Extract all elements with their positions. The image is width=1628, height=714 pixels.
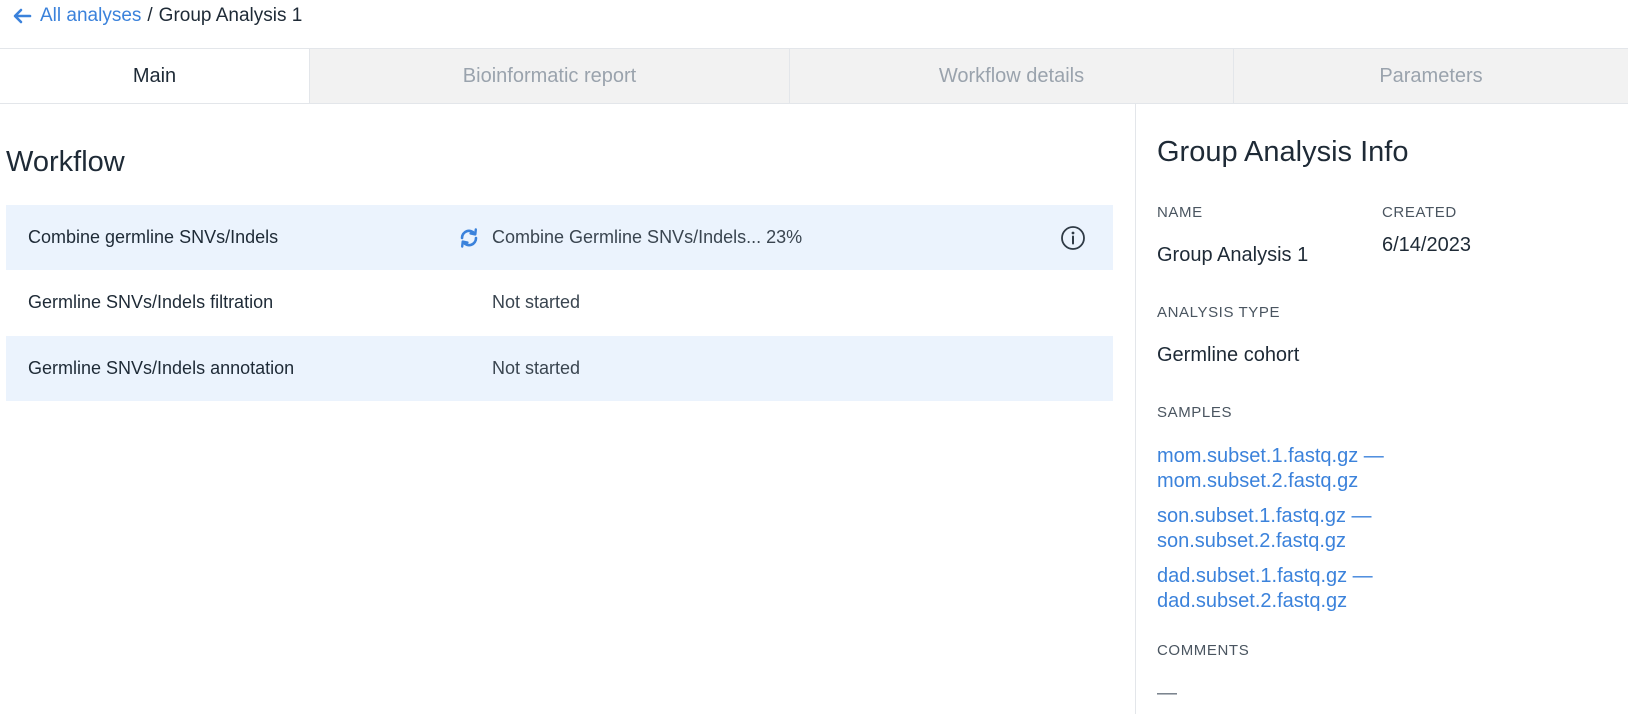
workflow-step-status: Combine Germline SNVs/Indels... 23% bbox=[492, 227, 803, 247]
tab-bioinformatic-report[interactable]: Bioinformatic report bbox=[310, 49, 790, 103]
refresh-icon bbox=[458, 227, 480, 249]
breadcrumb-separator: / bbox=[147, 5, 153, 26]
sample-line: son.subset.2.fastq.gz bbox=[1157, 530, 1347, 552]
tab-bar: Main Bioinformatic report Workflow detai… bbox=[0, 49, 1628, 104]
top-bar: All analyses / Group Analysis 1 bbox=[0, 0, 1628, 49]
workflow-step-status: Not started bbox=[492, 292, 581, 312]
created-label: CREATED bbox=[1382, 204, 1457, 221]
breadcrumb: All analyses / Group Analysis 1 bbox=[12, 5, 302, 27]
comments-label: COMMENTS bbox=[1157, 642, 1250, 659]
sample-line: dad.subset.1.fastq.gz — bbox=[1157, 565, 1373, 587]
tab-workflow-details[interactable]: Workflow details bbox=[790, 49, 1234, 103]
workflow-step-name: Germline SNVs/Indels annotation bbox=[28, 358, 295, 378]
info-circle-icon[interactable] bbox=[1060, 225, 1086, 251]
panel-divider bbox=[1135, 104, 1136, 714]
sample-link[interactable]: son.subset.1.fastq.gz — son.subset.2.fas… bbox=[1157, 504, 1372, 554]
workflow-title: Workflow bbox=[6, 146, 125, 178]
info-title: Group Analysis Info bbox=[1157, 136, 1409, 168]
workflow-step-name: Combine germline SNVs/Indels bbox=[28, 227, 279, 247]
workflow-step-row[interactable]: Combine germline SNVs/Indels Combine Ger… bbox=[6, 205, 1113, 270]
analysis-type-value: Germline cohort bbox=[1157, 344, 1300, 366]
name-value: Group Analysis 1 bbox=[1157, 244, 1309, 266]
tab-main[interactable]: Main bbox=[0, 49, 310, 103]
workflow-step-name: Germline SNVs/Indels filtration bbox=[28, 292, 274, 312]
workflow-step-row[interactable]: Germline SNVs/Indels annotation Not star… bbox=[6, 336, 1113, 401]
arrow-left-icon[interactable] bbox=[12, 6, 34, 26]
workflow-step-row[interactable]: Germline SNVs/Indels filtration Not star… bbox=[6, 270, 1113, 335]
sample-line: mom.subset.2.fastq.gz bbox=[1157, 470, 1359, 492]
samples-label: SAMPLES bbox=[1157, 404, 1233, 421]
tab-parameters[interactable]: Parameters bbox=[1234, 49, 1628, 103]
name-label: NAME bbox=[1157, 204, 1203, 221]
breadcrumb-current: Group Analysis 1 bbox=[158, 5, 303, 26]
sample-line: son.subset.1.fastq.gz — bbox=[1157, 505, 1372, 527]
sample-line: mom.subset.1.fastq.gz — bbox=[1157, 445, 1384, 467]
created-value: 6/14/2023 bbox=[1382, 234, 1471, 256]
sample-link[interactable]: dad.subset.1.fastq.gz — dad.subset.2.fas… bbox=[1157, 564, 1373, 614]
sample-line: dad.subset.2.fastq.gz bbox=[1157, 590, 1348, 612]
all-analyses-link[interactable]: All analyses bbox=[40, 5, 141, 27]
main-panel: Workflow Combine germline SNVs/Indels Co… bbox=[0, 104, 1136, 714]
analysis-type-label: ANALYSIS TYPE bbox=[1157, 304, 1281, 321]
workflow-step-status: Not started bbox=[492, 358, 581, 378]
comments-value: — bbox=[1157, 682, 1177, 704]
sample-link[interactable]: mom.subset.1.fastq.gz — mom.subset.2.fas… bbox=[1157, 444, 1384, 494]
